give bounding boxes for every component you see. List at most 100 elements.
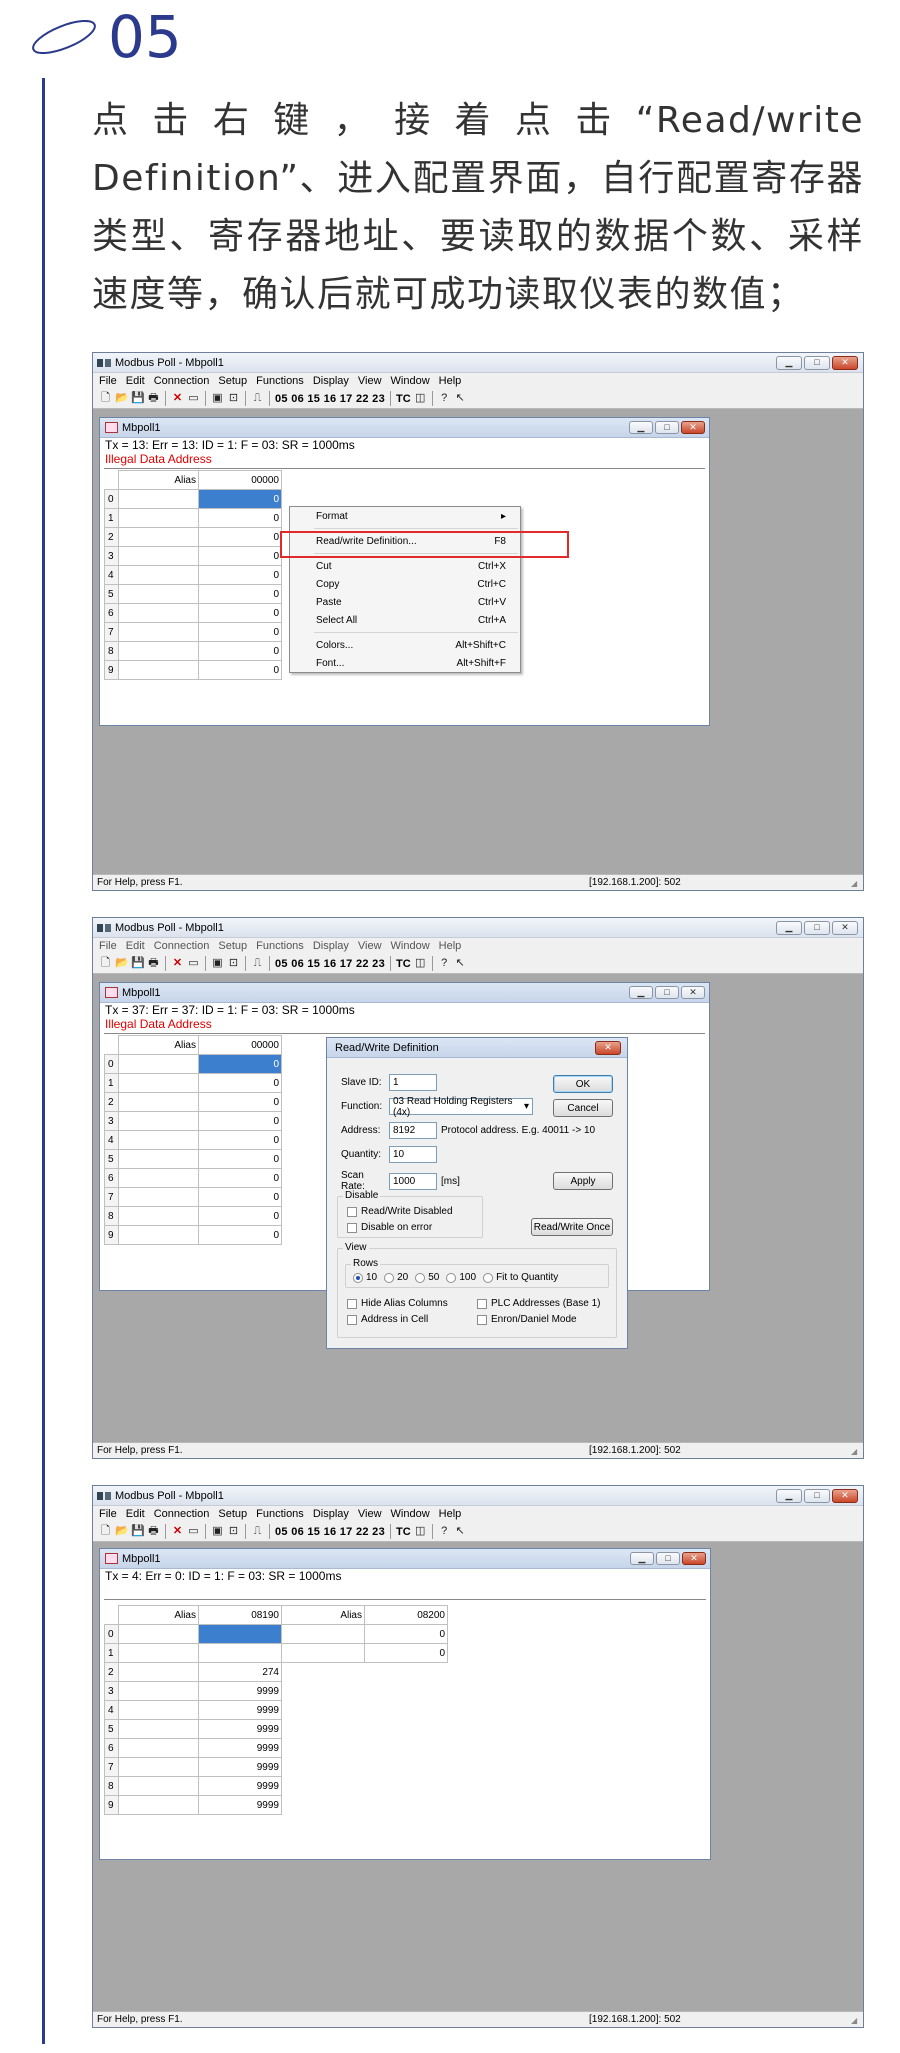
rw-disabled-checkbox[interactable]	[347, 1206, 357, 1217]
cancel-button[interactable]: Cancel	[553, 1099, 613, 1117]
rw-once-button[interactable]: Read/Write Once	[531, 1218, 613, 1236]
disable-on-error-checkbox[interactable]	[347, 1222, 357, 1233]
rows-radio-10[interactable]	[353, 1272, 363, 1283]
menu-help[interactable]: Help	[439, 1508, 462, 1520]
function-codes[interactable]: 05 06 15 16 17 22 23	[275, 1526, 385, 1538]
read-icon[interactable]: ⊡	[227, 1525, 240, 1538]
selected-cell[interactable]: 0	[198, 489, 282, 509]
window-icon[interactable]: ▭	[187, 1525, 200, 1538]
menu-help[interactable]: Help	[439, 375, 462, 387]
minimize-button[interactable]: ▁	[776, 355, 802, 370]
monitor-icon[interactable]: ▣	[211, 1525, 224, 1538]
function-select[interactable]: 03 Read Holding Registers (4x) ▾	[389, 1096, 533, 1118]
menu-item-font[interactable]: Font... Alt+Shift+F	[290, 654, 520, 672]
minimize-button[interactable]: ▁	[776, 1488, 802, 1503]
menu-file[interactable]: File	[99, 940, 117, 952]
menu-connection[interactable]: Connection	[154, 940, 210, 952]
menu-setup[interactable]: Setup	[218, 375, 247, 387]
menu-setup[interactable]: Setup	[218, 1508, 247, 1520]
mdi-minimize-button[interactable]: ▁	[630, 1552, 654, 1565]
new-file-icon[interactable]: 🗋	[99, 1525, 112, 1538]
print-icon[interactable]: 🖶	[147, 1525, 160, 1538]
menu-window[interactable]: Window	[391, 375, 430, 387]
menu-view[interactable]: View	[358, 375, 382, 387]
open-folder-icon[interactable]: 📂	[115, 392, 129, 405]
close-button[interactable]: ✕	[832, 1488, 858, 1503]
mdi-maximize-button[interactable]: □	[655, 986, 679, 999]
menu-edit[interactable]: Edit	[126, 375, 145, 387]
close-button[interactable]: ✕	[832, 355, 858, 370]
menu-functions[interactable]: Functions	[256, 1508, 304, 1520]
mdi-minimize-button[interactable]: ▁	[629, 986, 653, 999]
menu-functions[interactable]: Functions	[256, 940, 304, 952]
about-icon[interactable]: ?	[438, 957, 451, 970]
new-file-icon[interactable]: 🗋	[99, 957, 112, 970]
address-field[interactable]: 8192	[389, 1122, 437, 1139]
rows-radio-100[interactable]	[446, 1272, 457, 1283]
open-folder-icon[interactable]: 📂	[115, 957, 129, 970]
about-icon[interactable]: ?	[438, 1525, 451, 1538]
menu-window[interactable]: Window	[391, 940, 430, 952]
read-icon[interactable]: ⊡	[227, 392, 240, 405]
menu-item-paste[interactable]: Paste Ctrl+V	[290, 593, 520, 611]
function-codes[interactable]: 05 06 15 16 17 22 23	[275, 958, 385, 970]
function-codes[interactable]: 05 06 15 16 17 22 23	[275, 393, 385, 405]
menu-view[interactable]: View	[358, 1508, 382, 1520]
about-icon[interactable]: ?	[438, 392, 451, 405]
chart-icon[interactable]: ◫	[414, 957, 427, 970]
help-pointer-icon[interactable]: ↖	[454, 1525, 467, 1538]
mdi-maximize-button[interactable]: □	[656, 1552, 680, 1565]
menu-display[interactable]: Display	[313, 1508, 349, 1520]
mdi-close-button[interactable]: ✕	[681, 421, 705, 434]
menu-view[interactable]: View	[358, 940, 382, 952]
tc-button[interactable]: TC	[396, 393, 411, 405]
mdi-minimize-button[interactable]: ▁	[629, 421, 653, 434]
menu-window[interactable]: Window	[391, 1508, 430, 1520]
save-icon[interactable]: 💾	[131, 957, 145, 970]
quantity-field[interactable]: 10	[389, 1146, 437, 1163]
maximize-button[interactable]: □	[804, 1488, 830, 1503]
monitor-icon[interactable]: ▣	[211, 957, 224, 970]
monitor-icon[interactable]: ▣	[211, 392, 224, 405]
print-icon[interactable]: 🖶	[147, 392, 160, 405]
disconnect-icon[interactable]: ✕	[171, 957, 184, 970]
menu-item-copy[interactable]: Copy Ctrl+C	[290, 575, 520, 593]
resize-grip-icon[interactable]: ◢	[851, 879, 861, 889]
print-icon[interactable]: 🖶	[147, 957, 160, 970]
menu-file[interactable]: File	[99, 1508, 117, 1520]
apply-button[interactable]: Apply	[553, 1172, 613, 1190]
chart-icon[interactable]: ◫	[414, 1525, 427, 1538]
menu-file[interactable]: File	[99, 375, 117, 387]
hide-alias-checkbox[interactable]	[347, 1298, 357, 1309]
address-in-cell-checkbox[interactable]	[347, 1314, 357, 1325]
mdi-close-button[interactable]: ✕	[681, 986, 705, 999]
disconnect-icon[interactable]: ✕	[171, 392, 184, 405]
menu-item-cut[interactable]: Cut Ctrl+X	[290, 557, 520, 575]
pulse-icon[interactable]: ⎍	[251, 957, 264, 970]
mdi-close-button[interactable]: ✕	[682, 1552, 706, 1565]
menu-item-format[interactable]: Format ▸	[290, 507, 520, 525]
help-pointer-icon[interactable]: ↖	[454, 392, 467, 405]
scan-rate-field[interactable]: 1000	[389, 1172, 437, 1190]
rows-radio-20[interactable]	[384, 1272, 395, 1283]
minimize-button[interactable]: ▁	[776, 920, 802, 935]
read-icon[interactable]: ⊡	[227, 957, 240, 970]
dialog-close-button[interactable]: ✕	[595, 1040, 621, 1055]
maximize-button[interactable]: □	[804, 920, 830, 935]
menu-setup[interactable]: Setup	[218, 940, 247, 952]
rows-radio-fit[interactable]	[483, 1272, 494, 1283]
help-pointer-icon[interactable]: ↖	[454, 957, 467, 970]
tc-button[interactable]: TC	[396, 958, 411, 970]
new-file-icon[interactable]: 🗋	[99, 392, 112, 405]
pulse-icon[interactable]: ⎍	[251, 1525, 264, 1538]
ok-button[interactable]: OK	[553, 1075, 613, 1093]
tc-button[interactable]: TC	[396, 1526, 411, 1538]
menu-item-colors[interactable]: Colors... Alt+Shift+C	[290, 636, 520, 654]
mdi-maximize-button[interactable]: □	[655, 421, 679, 434]
menu-display[interactable]: Display	[313, 375, 349, 387]
save-icon[interactable]: 💾	[131, 1525, 145, 1538]
selected-cell[interactable]: 0	[198, 1054, 282, 1074]
rows-radio-50[interactable]	[415, 1272, 426, 1283]
enron-mode-checkbox[interactable]	[477, 1314, 487, 1325]
maximize-button[interactable]: □	[804, 355, 830, 370]
